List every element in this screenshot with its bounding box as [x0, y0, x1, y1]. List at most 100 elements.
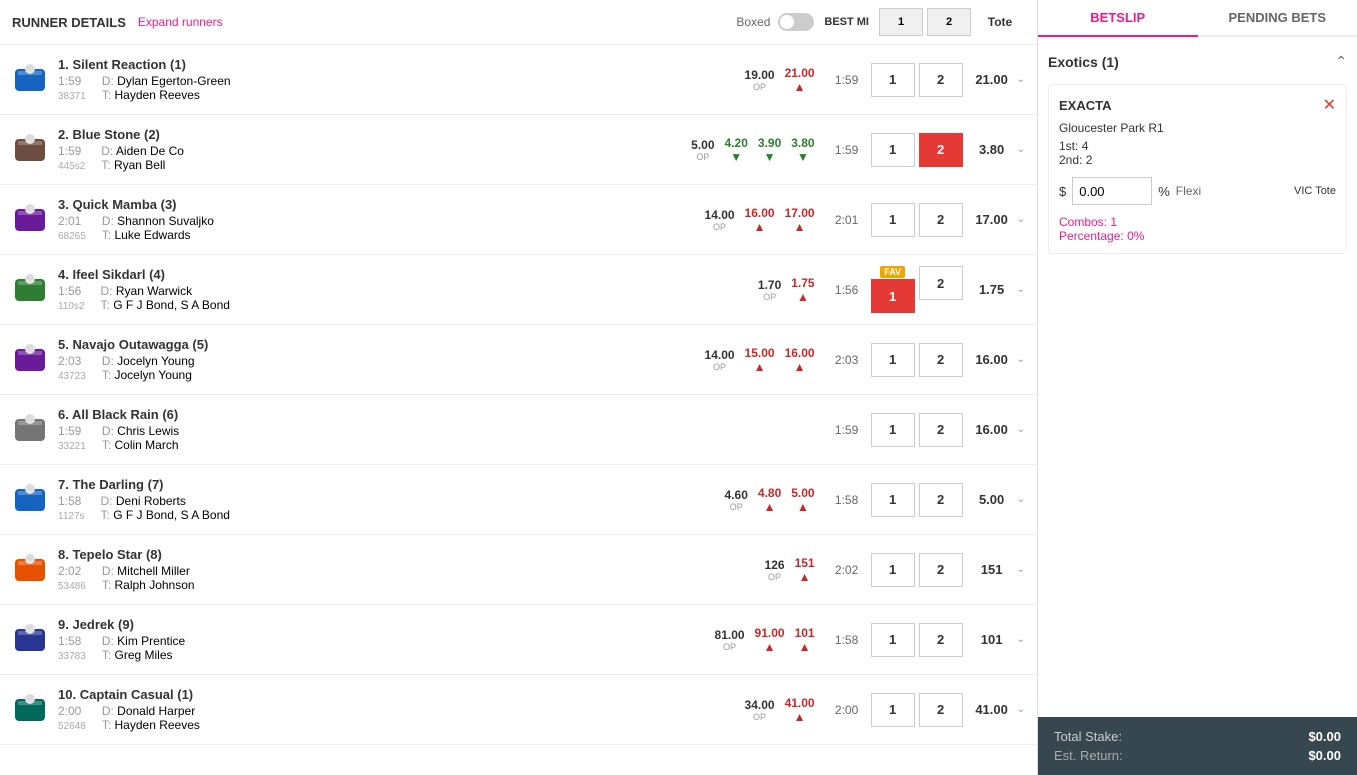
tab-betslip[interactable]: BETSLIP — [1038, 0, 1198, 37]
runner-time: 1:56 — [58, 284, 85, 298]
btn-1-container: 1 — [871, 133, 915, 167]
exacta-first: 1st: 4 — [1059, 139, 1336, 153]
runner-number: 5. — [58, 337, 69, 352]
runner-id: 53486 — [58, 578, 86, 592]
odds-price3: 3.90 ▼ — [758, 136, 781, 164]
chevron-down-icon[interactable]: ⌄ — [1017, 74, 1025, 85]
runner-meta-right: D: Shannon Suvaljko T: Luke Edwards — [102, 214, 214, 242]
expand-runners-link[interactable]: Expand runners — [138, 15, 223, 29]
select-btn-1[interactable]: 1 — [871, 413, 915, 447]
select-btn-1[interactable]: 1 — [871, 553, 915, 587]
boxed-toggle[interactable] — [778, 13, 814, 31]
select-btn-2[interactable]: 2 — [919, 553, 963, 587]
select-btn-2[interactable]: 2 — [919, 266, 963, 300]
runner-id: 445s2 — [58, 158, 85, 172]
runner-trainer: D: Shannon Suvaljko — [102, 214, 214, 228]
select-btn-1[interactable]: 1 — [871, 623, 915, 657]
select-btn-2[interactable]: 2 — [919, 343, 963, 377]
tab-pending-bets[interactable]: PENDING BETS — [1198, 0, 1357, 35]
select-btn-1[interactable]: 1 — [871, 133, 915, 167]
chevron-down-icon[interactable]: ⌄ — [1017, 144, 1025, 155]
runner-sub: 1:56 110s2 D: Ryan Warwick T: G F J Bond… — [58, 284, 746, 312]
runner-name-text: Ifeel Sikdarl — [72, 267, 145, 282]
chevron-up-icon[interactable]: ⌃ — [1335, 53, 1347, 70]
runner-meta-left: 1:58 33783 — [58, 634, 86, 662]
select-btn-2[interactable]: 2 — [919, 133, 963, 167]
stake-input[interactable] — [1072, 177, 1152, 205]
odds-price2-arrow: ▲ — [797, 290, 809, 304]
exotics-title: Exotics (1) — [1048, 54, 1119, 70]
select-btn-2[interactable]: 2 — [919, 623, 963, 657]
runner-time: 2:00 — [58, 704, 86, 718]
runner-sub: 1:58 1127s D: Deni Roberts T: G F J Bond… — [58, 494, 713, 522]
odds-section: 14.00 OP 16.00 ▲ 17.00 ▲ — [701, 206, 819, 234]
odds-section: 34.00 OP 41.00 ▲ — [741, 696, 819, 724]
btn-group: 1 2 — [871, 63, 963, 97]
tote-price: 21.00 — [967, 72, 1017, 87]
runner-trainer: D: Aiden De Co — [101, 144, 184, 158]
odds-price3-value: 5.00 — [791, 486, 814, 500]
runner-name-text: Blue Stone — [72, 127, 140, 142]
total-stake-label: Total Stake: — [1054, 729, 1122, 744]
btn-1-container: 1 — [871, 553, 915, 587]
odds-op: 5.00 OP — [691, 138, 714, 162]
select-btn-1[interactable]: 1 — [871, 279, 915, 313]
runner-details-label: RUNNER DETAILS — [12, 15, 126, 30]
table-row: 3. Quick Mamba (3) 2:01 68265 D: Shannon… — [0, 185, 1037, 255]
runner-number: 10. — [58, 687, 76, 702]
runner-trainer: D: Kim Prentice — [102, 634, 185, 648]
percent-label: % — [1158, 184, 1170, 199]
best-mi-time: 2:00 — [827, 703, 867, 717]
select-btn-2[interactable]: 2 — [919, 63, 963, 97]
est-return-line: Est. Return: $0.00 — [1054, 748, 1341, 763]
runner-meta-right: D: Jocelyn Young T: Jocelyn Young — [102, 354, 195, 382]
select-btn-1[interactable]: 1 — [871, 693, 915, 727]
est-return-value: $0.00 — [1308, 748, 1341, 763]
runner-jockey: T: G F J Bond, S A Bond — [101, 298, 230, 312]
btn-group: 1 2 — [871, 413, 963, 447]
chevron-down-icon[interactable]: ⌄ — [1017, 704, 1025, 715]
chevron-down-icon[interactable]: ⌄ — [1017, 564, 1025, 575]
dollar-label: $ — [1059, 184, 1066, 199]
runner-name: 2. Blue Stone (2) — [58, 127, 679, 142]
runner-badge: (7) — [148, 477, 164, 492]
select-btn-1[interactable]: 1 — [871, 483, 915, 517]
runner-info: 10. Captain Casual (1) 2:00 52648 D: Don… — [58, 687, 733, 732]
runner-avatar — [12, 552, 48, 588]
select-btn-2[interactable]: 2 — [919, 483, 963, 517]
select-btn-2[interactable]: 2 — [919, 413, 963, 447]
odds-op-value: 126 — [765, 558, 785, 572]
runner-jockey: T: Ryan Bell — [101, 158, 184, 172]
betslip-content: Exotics (1) ⌃ EXACTA ✕ Gloucester Park R… — [1038, 37, 1357, 717]
btn-1-container: 1 — [871, 483, 915, 517]
chevron-down-icon[interactable]: ⌄ — [1017, 494, 1025, 505]
runner-name: 4. Ifeel Sikdarl (4) — [58, 267, 746, 282]
chevron-down-icon[interactable]: ⌄ — [1017, 214, 1025, 225]
select-btn-2[interactable]: 2 — [919, 693, 963, 727]
runner-info: 3. Quick Mamba (3) 2:01 68265 D: Shannon… — [58, 197, 693, 242]
close-icon[interactable]: ✕ — [1323, 95, 1336, 115]
runner-jockey: T: Hayden Reeves — [102, 88, 231, 102]
odds-price2-value: 151 — [795, 556, 815, 570]
odds-op: 4.60 OP — [725, 488, 748, 512]
runner-avatar — [12, 62, 48, 98]
btn-1-container: 1 — [871, 693, 915, 727]
select-btn-1[interactable]: 1 — [871, 63, 915, 97]
select-btn-1[interactable]: 1 — [871, 343, 915, 377]
runner-name-text: Navajo Outawagga — [72, 337, 188, 352]
runner-trainer: D: Dylan Egerton-Green — [102, 74, 231, 88]
chevron-down-icon[interactable]: ⌄ — [1017, 354, 1025, 365]
runner-trainer: D: Deni Roberts — [101, 494, 230, 508]
best-mi-label: BEST MI — [824, 16, 869, 28]
chevron-down-icon[interactable]: ⌄ — [1017, 284, 1025, 295]
runner-number: 1. — [58, 57, 69, 72]
runner-avatar — [12, 342, 48, 378]
select-btn-2[interactable]: 2 — [919, 203, 963, 237]
second-label: 2nd: — [1059, 153, 1082, 167]
select-btn-1[interactable]: 1 — [871, 203, 915, 237]
best-mi-time: 1:59 — [827, 73, 867, 87]
chevron-down-icon[interactable]: ⌄ — [1017, 634, 1025, 645]
chevron-down-icon[interactable]: ⌄ — [1017, 424, 1025, 435]
runner-avatar — [12, 622, 48, 658]
odds-op-label: OP — [713, 222, 726, 232]
